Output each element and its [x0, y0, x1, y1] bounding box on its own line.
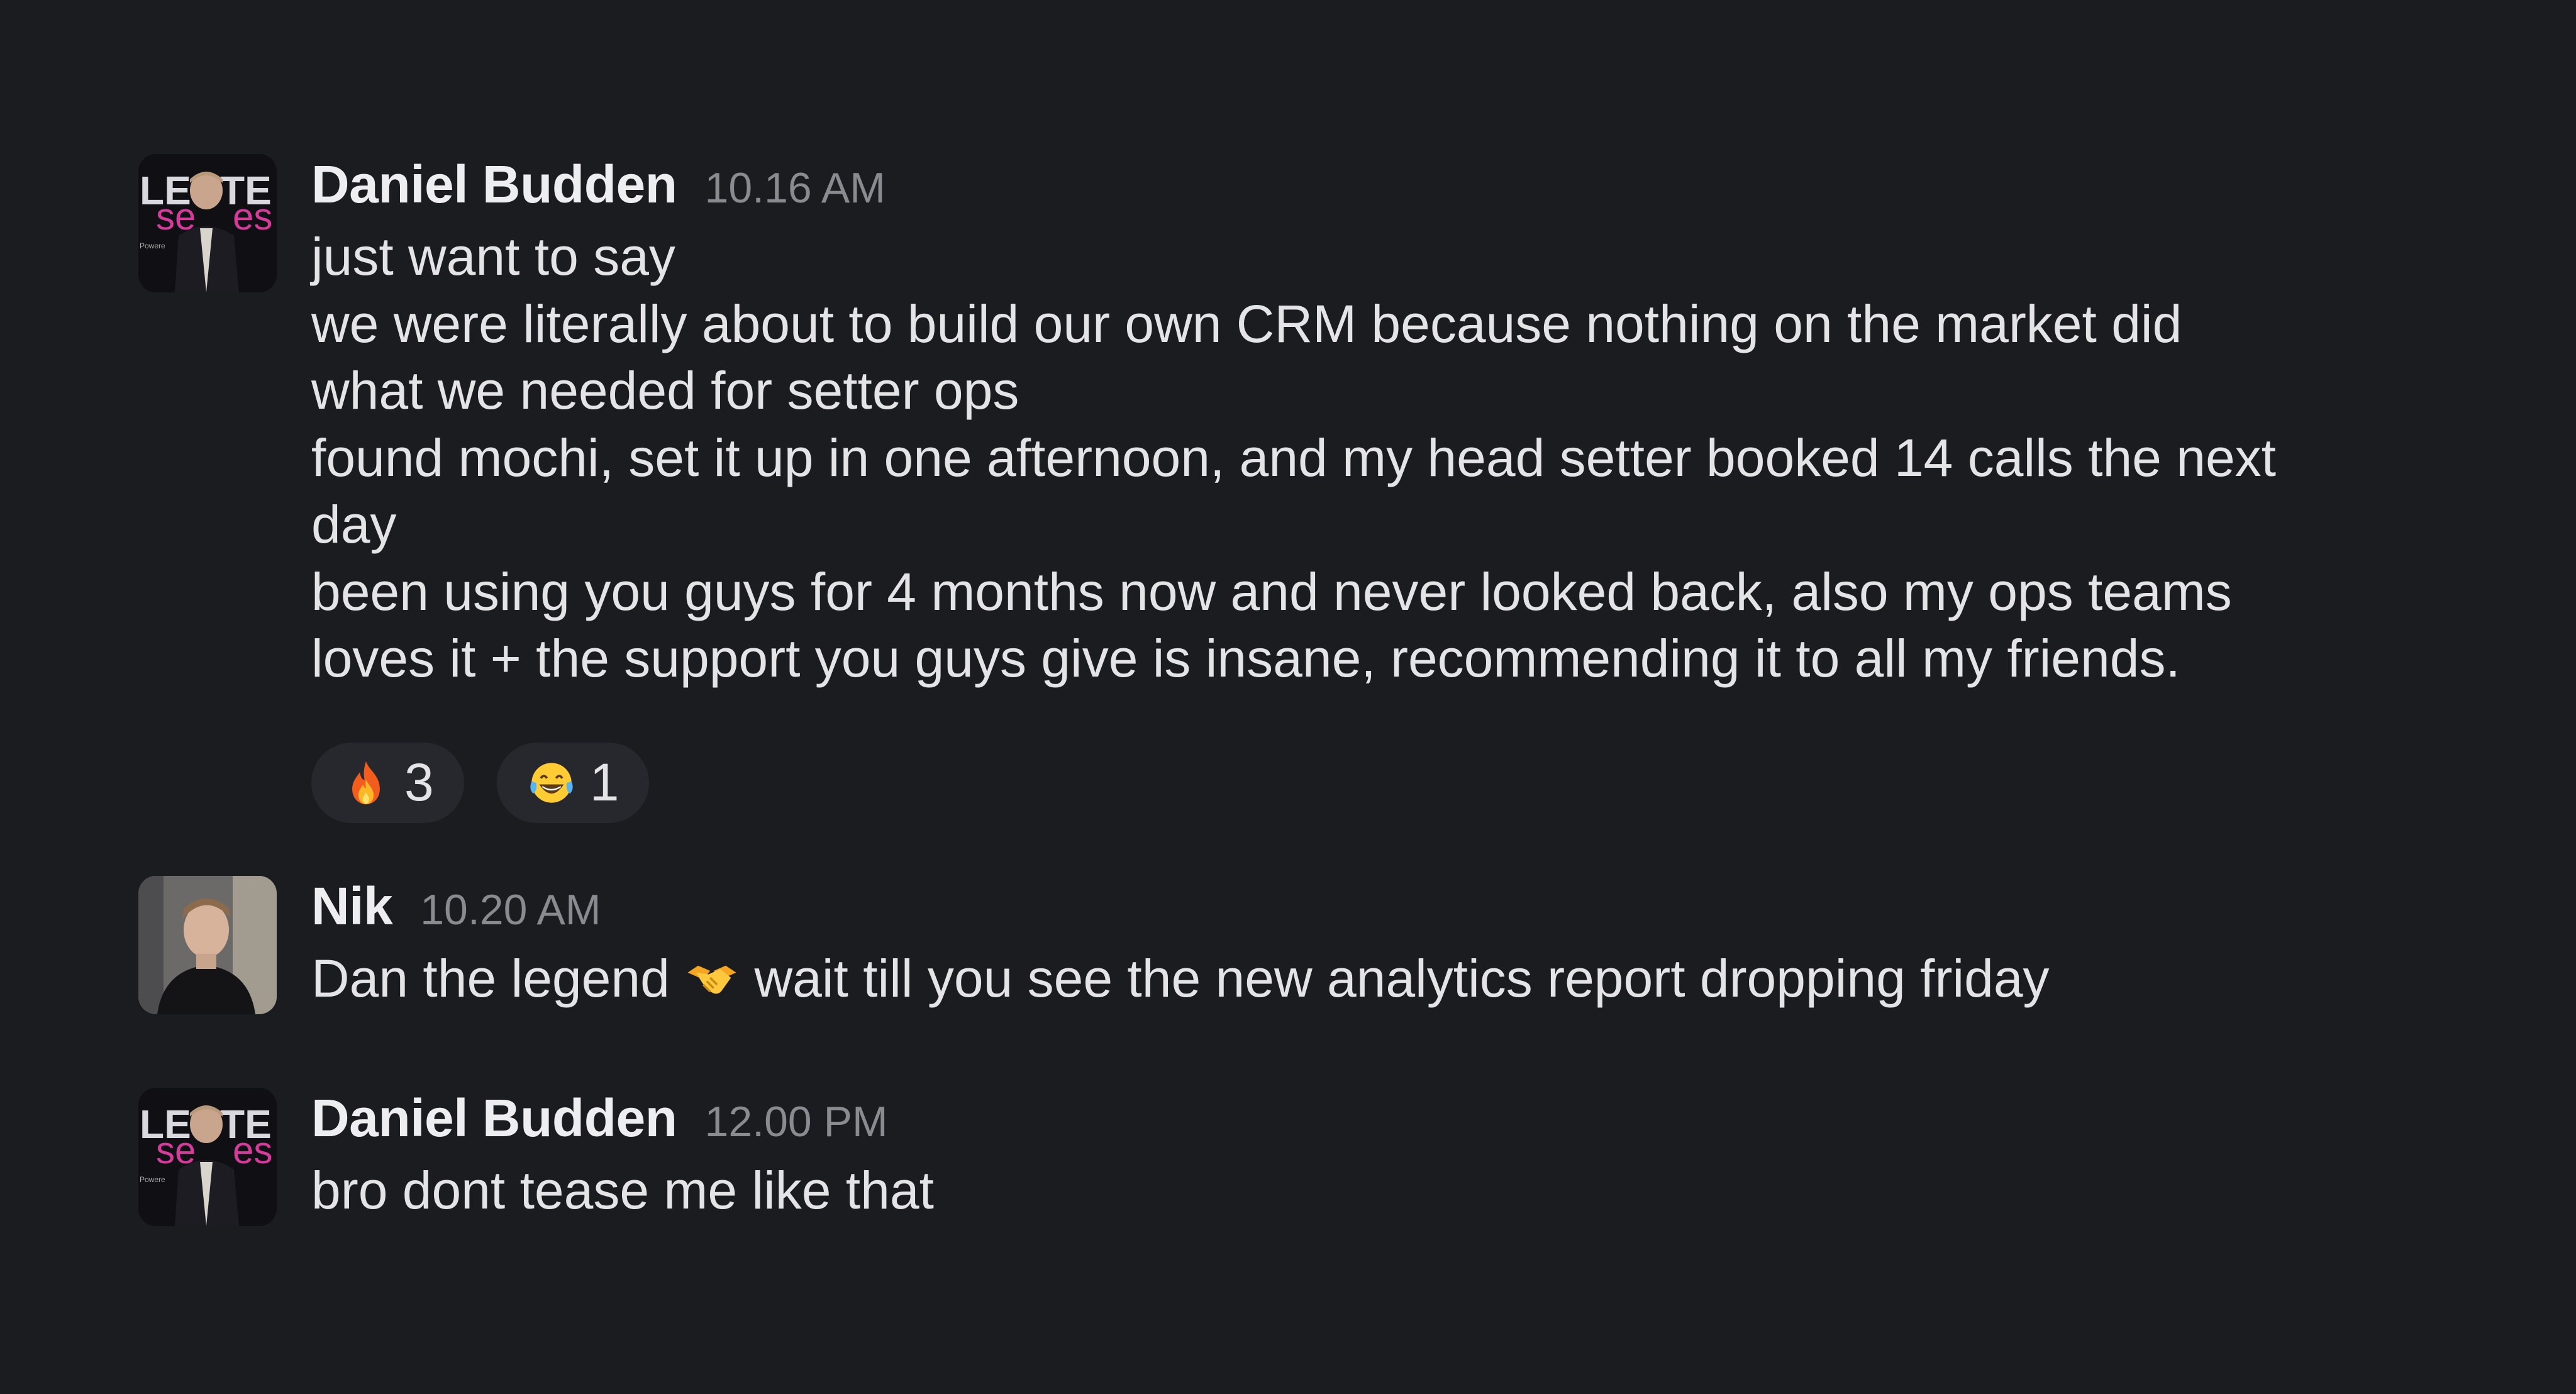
- message-header: Daniel Budden 12.00 PM: [311, 1088, 2437, 1157]
- message-line: Dan the legend wait till you see the new…: [311, 945, 2437, 1012]
- message-1: LE TE se es Powere Daniel Budden 10.16 A…: [138, 154, 2440, 833]
- message-line: day: [311, 495, 397, 554]
- laughing-tears-emoji-icon: [527, 758, 576, 807]
- timestamp[interactable]: 10.20 AM: [420, 885, 601, 934]
- avatar-nik[interactable]: [138, 876, 277, 1014]
- message-line: been using you guys for 4 months now and…: [311, 561, 2232, 621]
- reaction-count: 1: [589, 753, 619, 812]
- author-name[interactable]: Nik: [311, 876, 393, 937]
- message-body: Daniel Budden 10.16 AM just want to say …: [311, 154, 2437, 823]
- avatar-image: LE TE se es Powere: [138, 1088, 277, 1226]
- reaction-laughing[interactable]: 1: [496, 742, 650, 823]
- author-name[interactable]: Daniel Budden: [311, 1088, 677, 1149]
- svg-text:Powere: Powere: [140, 241, 165, 250]
- timestamp[interactable]: 12.00 PM: [705, 1097, 888, 1146]
- message-text-before-emoji: Dan the legend: [311, 949, 670, 1008]
- author-name[interactable]: Daniel Budden: [311, 154, 677, 215]
- message-line: loves it + the support you guys give is …: [311, 629, 2180, 688]
- svg-text:es: es: [233, 196, 272, 238]
- message-header: Daniel Budden 10.16 AM: [311, 154, 2437, 223]
- message-line: bro dont tease me like that: [311, 1161, 934, 1220]
- timestamp[interactable]: 10.16 AM: [705, 163, 886, 213]
- reaction-fire[interactable]: 3: [311, 742, 464, 823]
- message-text-after-emoji: wait till you see the new analytics repo…: [754, 949, 2050, 1008]
- reactions-bar: 3 1: [311, 742, 2437, 823]
- avatar-daniel-budden[interactable]: LE TE se es Powere: [138, 154, 277, 292]
- avatar-image: LE TE se es Powere: [138, 154, 277, 292]
- message-line: found mochi, set it up in one afternoon,…: [311, 428, 2276, 487]
- message-line: we were literally about to build our own…: [311, 294, 2182, 353]
- fire-emoji-icon: [341, 758, 391, 807]
- message-2: Nik 10.20 AM Dan the legend wait till yo…: [138, 876, 2440, 1021]
- message-body: Daniel Budden 12.00 PM bro dont tease me…: [311, 1088, 2437, 1224]
- message-header: Nik 10.20 AM: [311, 876, 2437, 945]
- message-body: Nik 10.20 AM Dan the legend wait till yo…: [311, 876, 2437, 1012]
- svg-text:Powere: Powere: [140, 1175, 165, 1184]
- message-line: just want to say: [311, 227, 675, 286]
- reaction-count: 3: [404, 753, 434, 812]
- message-text: bro dont tease me like that: [311, 1157, 2437, 1224]
- handshake-emoji-icon: [684, 950, 740, 1005]
- avatar-daniel-budden[interactable]: LE TE se es Powere: [138, 1088, 277, 1226]
- message-3: LE TE se es Powere Daniel Budden 12.00 P…: [138, 1088, 2440, 1232]
- message-line: what we needed for setter ops: [311, 361, 1019, 420]
- svg-text:es: es: [233, 1129, 272, 1171]
- message-text: just want to say we were literally about…: [311, 223, 2437, 692]
- avatar-image: [138, 876, 277, 1014]
- message-text: Dan the legend wait till you see the new…: [311, 945, 2437, 1012]
